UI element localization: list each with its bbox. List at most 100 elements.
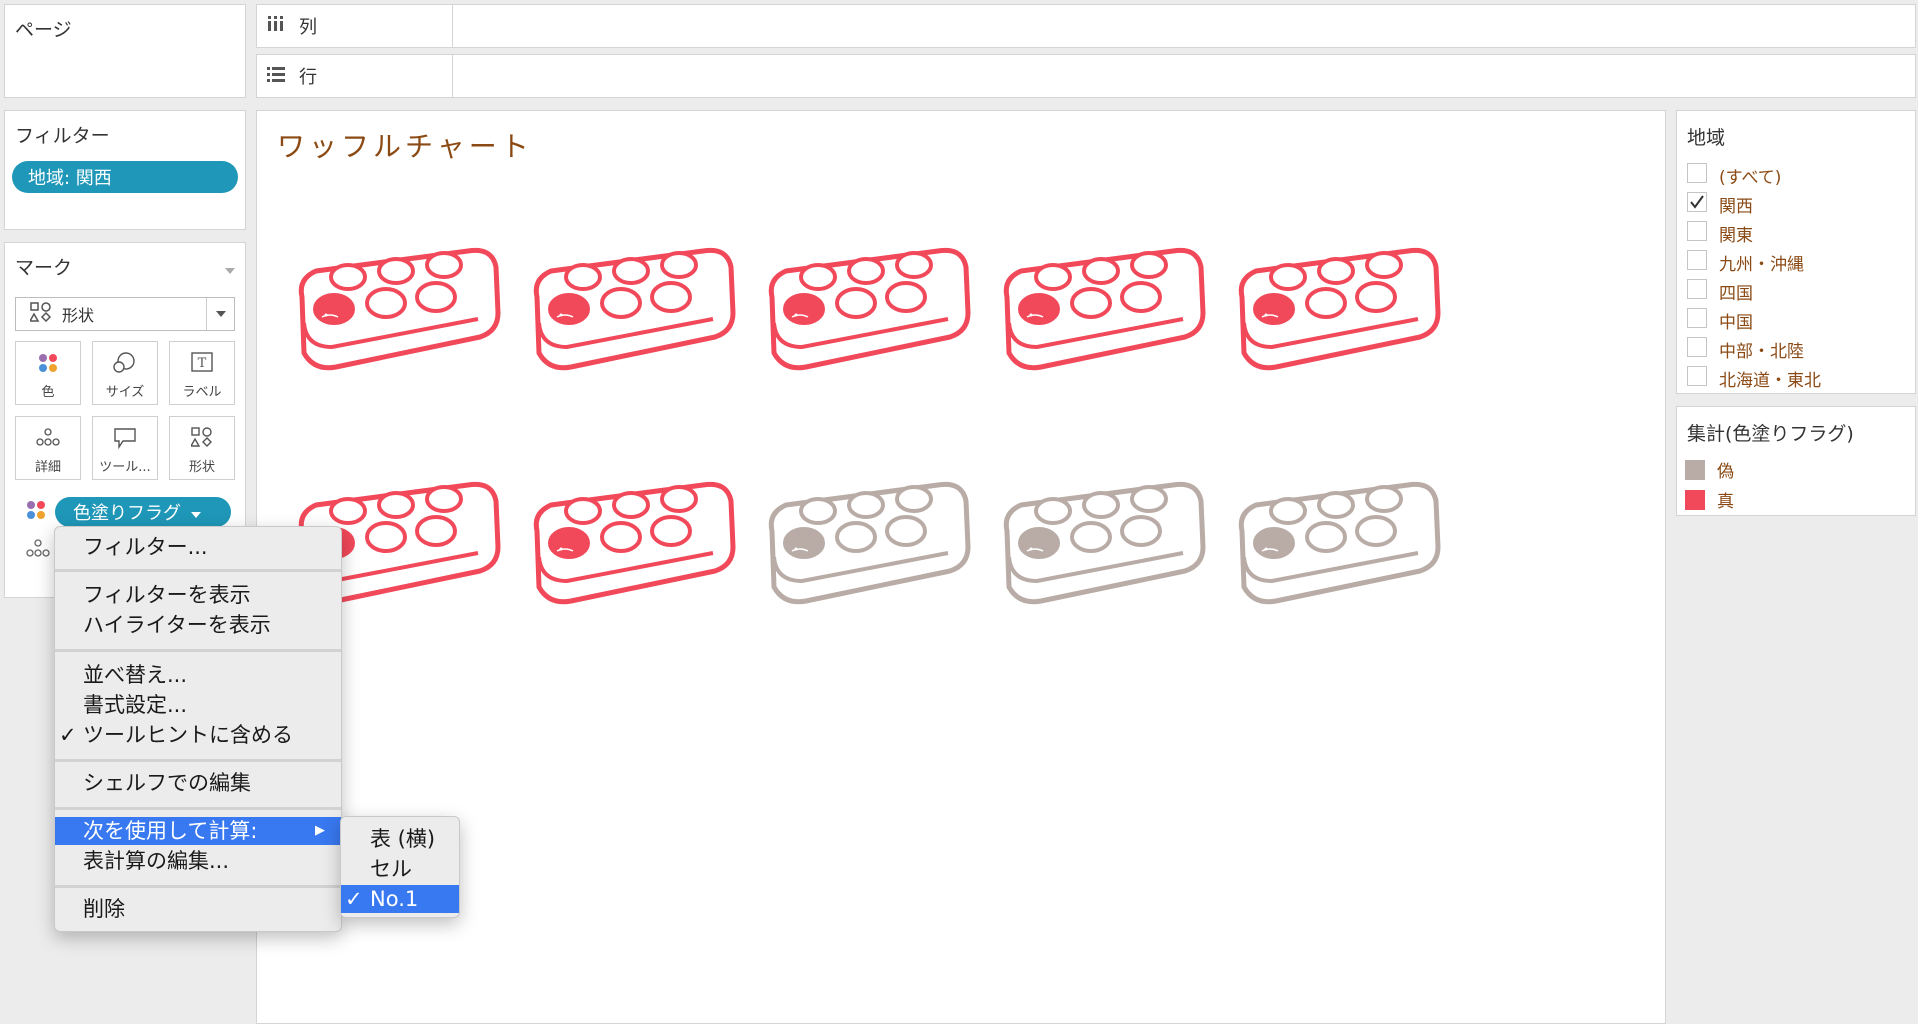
pill-context-menu: フィルター... フィルターを表示 ハイライターを表示 並べ替え... 書式設定…: [54, 526, 342, 932]
label-button-label: ラベル: [182, 385, 222, 400]
legend-entry-false[interactable]: 偽: [1685, 457, 1734, 482]
region-option-label: (すべて): [1719, 168, 1782, 188]
size-button[interactable]: サイズ: [92, 341, 158, 405]
legend-label-true: 真: [1717, 492, 1734, 512]
region-option[interactable]: 関東: [1687, 221, 1907, 246]
legend-swatch-false: [1685, 459, 1705, 480]
menu-item-format[interactable]: 書式設定...: [55, 691, 341, 719]
size-circles-icon: [93, 352, 157, 374]
menu-item-edit-in-shelf[interactable]: シェルフでの編集: [55, 769, 341, 797]
waffle-mark-1[interactable]: [292, 239, 504, 379]
waffle-mark-10[interactable]: [1232, 473, 1444, 613]
legend-label-false: 偽: [1717, 462, 1734, 482]
sheet-title: ワッフルチャート: [277, 130, 533, 163]
region-option-label: 関西: [1719, 197, 1753, 217]
region-option[interactable]: (すべて): [1687, 163, 1907, 188]
legend-title: 集計(色塗りフラグ): [1687, 423, 1854, 445]
region-option[interactable]: 九州・沖縄: [1687, 250, 1907, 275]
region-option-checkbox[interactable]: [1687, 250, 1707, 270]
waffle-mark-2[interactable]: [527, 239, 739, 379]
pages-panel: ページ: [4, 4, 246, 98]
menu-item-show-highlighter[interactable]: ハイライターを表示: [55, 611, 341, 639]
worksheet-canvas: ワッフルチャート: [256, 110, 1666, 1024]
rows-shelf[interactable]: 行: [256, 54, 1916, 98]
region-option-checkbox[interactable]: [1687, 163, 1707, 183]
menu-separator: [55, 569, 341, 572]
menu-item-filter[interactable]: フィルター...: [55, 533, 341, 561]
label-button[interactable]: T ラベル: [169, 341, 235, 405]
tooltip-bubble-icon: [93, 427, 157, 449]
region-option-checkbox[interactable]: [1687, 221, 1707, 241]
menu-item-remove[interactable]: 削除: [55, 895, 341, 923]
region-option[interactable]: 関西: [1687, 192, 1907, 217]
menu-separator: [55, 807, 341, 810]
menu-separator: [55, 759, 341, 762]
shape-button[interactable]: 形状: [169, 416, 235, 480]
rows-label: 行: [299, 67, 317, 88]
detail-button-label: 詳細: [34, 460, 61, 475]
region-option[interactable]: 四国: [1687, 279, 1907, 304]
shapes-icon: [28, 301, 52, 327]
waffle-mark-4[interactable]: [997, 239, 1209, 379]
checkmark-icon: ✓: [59, 723, 77, 747]
pill-dropdown-icon: [191, 502, 201, 523]
waffle-mark-9[interactable]: [997, 473, 1209, 613]
color-button-label: 色: [41, 385, 55, 400]
region-option-checkbox[interactable]: [1687, 192, 1707, 212]
region-option-checkbox[interactable]: [1687, 337, 1707, 357]
region-option-checkbox[interactable]: [1687, 308, 1707, 328]
region-filter-title: 地域: [1687, 127, 1726, 149]
waffle-mark-5[interactable]: [1232, 239, 1444, 379]
columns-label: 列: [299, 17, 317, 38]
tooltip-button[interactable]: ツール...: [92, 416, 158, 480]
submenu-item-no1[interactable]: ✓ No.1: [341, 885, 459, 913]
columns-shelf[interactable]: 列: [256, 4, 1916, 48]
marks-collapse-icon[interactable]: [225, 259, 235, 279]
menu-item-show-filter[interactable]: フィルターを表示: [55, 581, 341, 609]
region-option[interactable]: 中国: [1687, 308, 1907, 333]
marks-title: マーク: [15, 257, 73, 279]
color-dots-icon: [16, 352, 80, 374]
shapes-icon: [170, 427, 234, 447]
region-option[interactable]: 北海道・東北: [1687, 366, 1907, 391]
waffle-mark-7[interactable]: [527, 473, 739, 613]
menu-item-compute-using-label: 次を使用して計算:: [83, 819, 258, 843]
detail-encoding-icon: [25, 538, 51, 563]
legend-swatch-true: [1685, 489, 1705, 510]
color-flag-pill-label: 色塗りフラグ: [73, 503, 181, 524]
filters-title: フィルター: [15, 125, 110, 147]
mark-type-dropdown[interactable]: 形状: [15, 297, 235, 331]
region-option-label: 北海道・東北: [1719, 371, 1821, 391]
menu-item-include-tooltip-label: ツールヒントに含める: [83, 723, 293, 747]
region-option-label: 中部・北陸: [1719, 342, 1804, 362]
detail-dots-icon: [16, 427, 80, 447]
submenu-item-table-across[interactable]: 表 (横): [341, 825, 459, 853]
columns-shelf-label-area: 列: [257, 5, 453, 47]
filters-panel: フィルター 地域: 関西: [4, 110, 246, 230]
waffle-mark-8[interactable]: [762, 473, 974, 613]
menu-item-edit-table-calc[interactable]: 表計算の編集...: [55, 847, 341, 875]
menu-item-include-tooltip[interactable]: ✓ ツールヒントに含める: [55, 721, 341, 749]
color-legend-card: 集計(色塗りフラグ) 偽 真: [1676, 406, 1916, 516]
waffle-mark-3[interactable]: [762, 239, 974, 379]
detail-button[interactable]: 詳細: [15, 416, 81, 480]
filter-pill-region[interactable]: 地域: 関西: [12, 161, 238, 193]
legend-entry-true[interactable]: 真: [1685, 487, 1734, 512]
region-option-checkbox[interactable]: [1687, 279, 1707, 299]
region-filter-card: 地域 (すべて) 関西関東九州・沖縄四国中国中部・北陸北海道・東北: [1676, 110, 1916, 394]
color-button[interactable]: 色: [15, 341, 81, 405]
region-option[interactable]: 中部・北陸: [1687, 337, 1907, 362]
submenu-item-cell[interactable]: セル: [341, 855, 459, 883]
menu-item-sort[interactable]: 並べ替え...: [55, 661, 341, 689]
region-option-checkbox[interactable]: [1687, 366, 1707, 386]
compute-using-submenu: 表 (横) セル ✓ No.1: [340, 816, 460, 918]
color-encoding-icon: [25, 499, 47, 526]
size-button-label: サイズ: [105, 385, 145, 400]
color-flag-pill[interactable]: 色塗りフラグ: [55, 497, 231, 527]
submenu-arrow-icon: ▶: [315, 823, 325, 838]
region-option-label: 九州・沖縄: [1719, 255, 1804, 275]
chevron-down-icon: [206, 298, 234, 330]
checkmark-icon: ✓: [345, 887, 363, 911]
pages-title: ページ: [15, 19, 72, 41]
menu-item-compute-using[interactable]: 次を使用して計算: ▶: [55, 817, 341, 845]
